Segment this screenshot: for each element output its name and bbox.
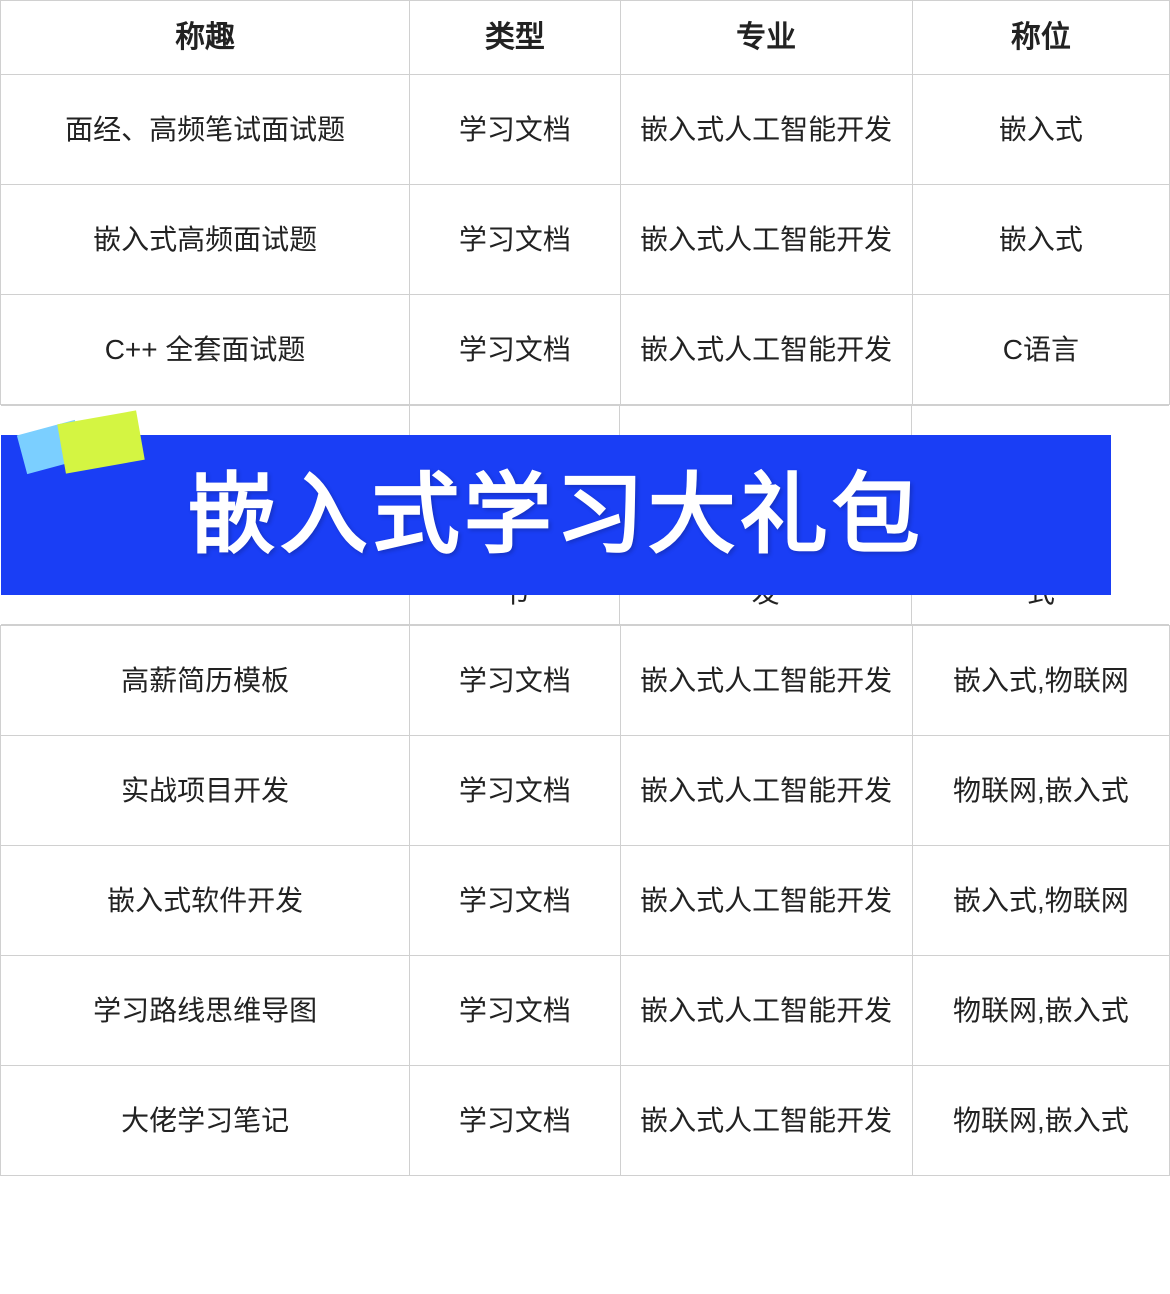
cell-col3: 嵌入式人工智能开发 (620, 626, 912, 736)
header-col2: 类型 (410, 1, 620, 75)
cell-col1: 嵌入式高频面试题 (1, 185, 410, 295)
main-table: 称趣 类型 专业 称位 面经、高频笔试面试题 学习文档 嵌入式人工智能开发 嵌入… (0, 0, 1170, 1176)
cell-col2: 学习文档 (410, 1066, 620, 1176)
cell-col3: 嵌入式人工智能开发 (620, 75, 912, 185)
table-row: 面经、高频笔试面试题 学习文档 嵌入式人工智能开发 嵌入式 (1, 75, 1170, 185)
cell-col2: 学习文档 (410, 846, 620, 956)
header-col3: 专业 (620, 1, 912, 75)
cell-col2: 学习文档 (410, 295, 620, 405)
cell-col1: C++ 全套面试题 (1, 295, 410, 405)
cell-col3: 嵌入式人工智能开发 (620, 185, 912, 295)
banner-wrapper: 书 发 式 嵌入式学习大礼包 (1, 405, 1170, 625)
cell-col4: 嵌入式,物联网 (912, 626, 1169, 736)
cell-col2: 学习文档 (410, 736, 620, 846)
cell-col2: 学习文档 (410, 956, 620, 1066)
header-row: 称趣 类型 专业 称位 (1, 1, 1170, 75)
table-row: C++ 全套面试题 学习文档 嵌入式人工智能开发 C语言 (1, 295, 1170, 405)
cell-col1: 面经、高频笔试面试题 (1, 75, 410, 185)
table-row: 嵌入式高频面试题 学习文档 嵌入式人工智能开发 嵌入式 (1, 185, 1170, 295)
cell-col1: 学习路线思维导图 (1, 956, 410, 1066)
table-row: 实战项目开发 学习文档 嵌入式人工智能开发 物联网,嵌入式 (1, 736, 1170, 846)
banner-overlay: 嵌入式学习大礼包 (1, 435, 1112, 595)
cell-col1: 嵌入式软件开发 (1, 846, 410, 956)
table-row: 高薪简历模板 学习文档 嵌入式人工智能开发 嵌入式,物联网 (1, 626, 1170, 736)
header-col4: 称位 (912, 1, 1169, 75)
cell-col1: 实战项目开发 (1, 736, 410, 846)
cell-col4: 物联网,嵌入式 (912, 1066, 1169, 1176)
table-container: 称趣 类型 专业 称位 面经、高频笔试面试题 学习文档 嵌入式人工智能开发 嵌入… (0, 0, 1170, 1176)
cell-col4: 物联网,嵌入式 (912, 956, 1169, 1066)
cell-col3: 嵌入式人工智能开发 (620, 295, 912, 405)
cell-col3: 嵌入式人工智能开发 (620, 736, 912, 846)
cell-col4: 嵌入式,物联网 (912, 846, 1169, 956)
cell-col4: 物联网,嵌入式 (912, 736, 1169, 846)
header-col1: 称趣 (1, 1, 410, 75)
cell-col1: 高薪简历模板 (1, 626, 410, 736)
table-row: 学习路线思维导图 学习文档 嵌入式人工智能开发 物联网,嵌入式 (1, 956, 1170, 1066)
cell-col4: C语言 (912, 295, 1169, 405)
cell-col3: 嵌入式人工智能开发 (620, 956, 912, 1066)
table-row: 嵌入式软件开发 学习文档 嵌入式人工智能开发 嵌入式,物联网 (1, 846, 1170, 956)
banner-row: 书 发 式 嵌入式学习大礼包 (1, 405, 1170, 626)
cell-col2: 学习文档 (410, 185, 620, 295)
cell-col2: 学习文档 (410, 626, 620, 736)
cell-col4: 嵌入式 (912, 75, 1169, 185)
cell-col4: 嵌入式 (912, 185, 1169, 295)
cell-col1: 大佬学习笔记 (1, 1066, 410, 1176)
cell-col3: 嵌入式人工智能开发 (620, 846, 912, 956)
table-row: 大佬学习笔记 学习文档 嵌入式人工智能开发 物联网,嵌入式 (1, 1066, 1170, 1176)
banner-text: 嵌入式学习大礼包 (188, 449, 924, 581)
cell-col2: 学习文档 (410, 75, 620, 185)
cell-col3: 嵌入式人工智能开发 (620, 1066, 912, 1176)
